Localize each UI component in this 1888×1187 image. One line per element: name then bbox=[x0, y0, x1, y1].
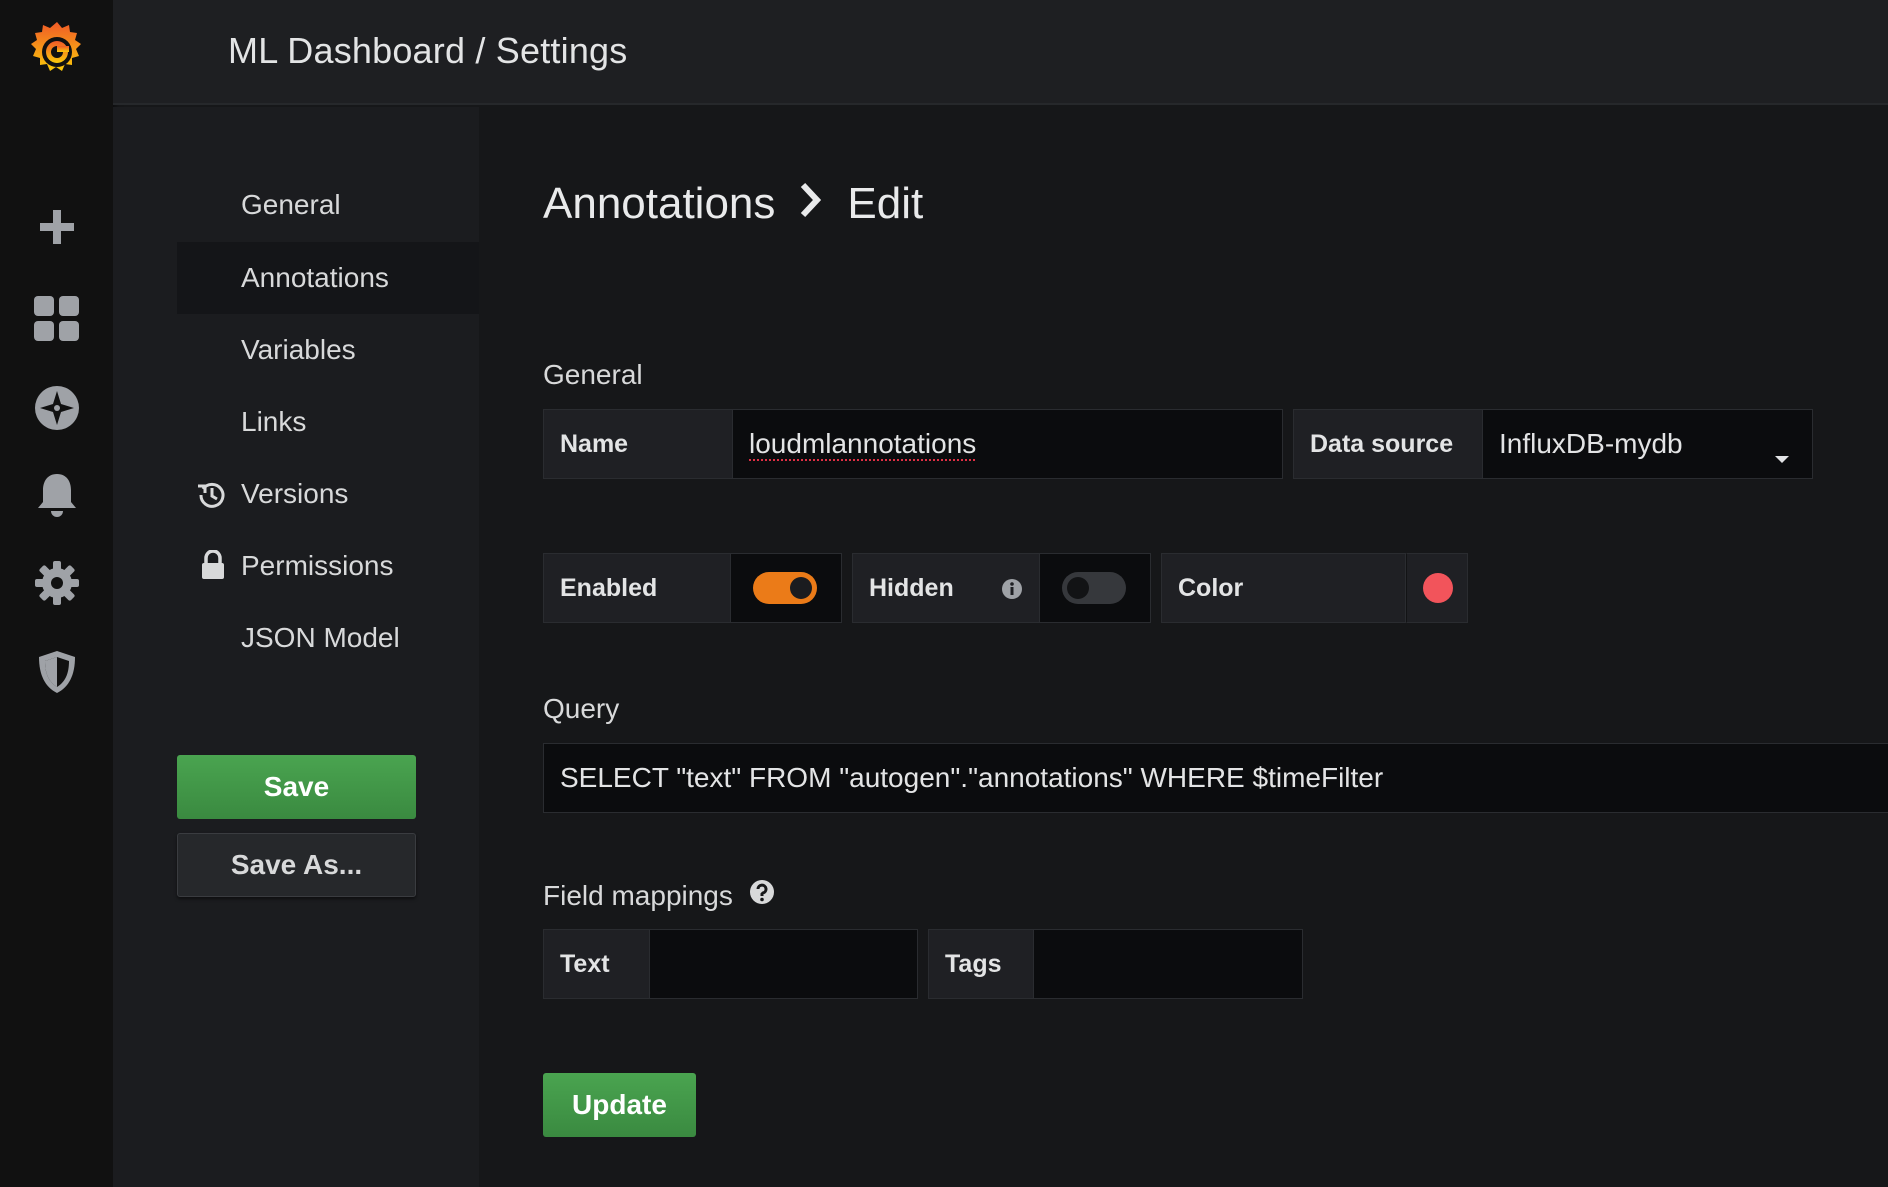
color-swatch bbox=[1423, 573, 1453, 603]
nav-item-annotations[interactable]: Annotations bbox=[177, 242, 479, 314]
text-mapping-input[interactable] bbox=[650, 929, 918, 999]
general-fields-row: Name loudmlannotations Data source Influ… bbox=[543, 409, 1813, 479]
nav-item-label: Annotations bbox=[241, 262, 389, 293]
nav-item-links[interactable]: Links bbox=[177, 386, 479, 458]
top-navbar: ML Dashboard / Settings bbox=[113, 0, 1888, 105]
field-mappings-heading-text: Field mappings bbox=[543, 879, 733, 911]
nav-item-label: JSON Model bbox=[241, 622, 400, 653]
chevron-right-icon bbox=[799, 179, 822, 229]
nav-item-label: Versions bbox=[241, 478, 349, 509]
nav-item-permissions[interactable]: Permissions bbox=[177, 530, 479, 602]
history-icon bbox=[197, 480, 227, 517]
question-circle-icon[interactable] bbox=[749, 879, 775, 912]
caret-down-icon bbox=[1774, 440, 1790, 472]
color-picker[interactable] bbox=[1406, 553, 1468, 623]
hidden-label: Hidden bbox=[852, 553, 1040, 623]
update-button[interactable]: Update bbox=[543, 1073, 696, 1137]
annotation-editor: Annotations Edit General Name loudmlanno… bbox=[479, 107, 1888, 1187]
enabled-switch-knob bbox=[790, 577, 812, 599]
query-input[interactable]: SELECT "text" FROM "autogen"."annotation… bbox=[543, 743, 1888, 813]
query-input-value: SELECT "text" FROM "autogen"."annotation… bbox=[560, 762, 1384, 793]
save-as-button[interactable]: Save As... bbox=[177, 833, 416, 897]
nav-item-versions[interactable]: Versions bbox=[177, 458, 479, 530]
name-input[interactable]: loudmlannotations bbox=[733, 409, 1283, 479]
name-input-value: loudmlannotations bbox=[749, 428, 977, 459]
nav-item-json-model[interactable]: JSON Model bbox=[177, 602, 479, 674]
settings-sidebar: General Annotations Variables Links Vers… bbox=[113, 107, 479, 1187]
enabled-label: Enabled bbox=[543, 553, 731, 623]
hidden-switch[interactable] bbox=[1040, 553, 1151, 623]
datasource-value: InfluxDB-mydb bbox=[1499, 428, 1683, 459]
query-row: SELECT "text" FROM "autogen"."annotation… bbox=[543, 743, 1888, 813]
query-heading: Query bbox=[543, 693, 620, 724]
save-button[interactable]: Save bbox=[177, 755, 416, 819]
options-fields-row: Enabled Hidden Color bbox=[543, 553, 1468, 623]
text-label: Text bbox=[543, 929, 650, 999]
color-label: Color bbox=[1161, 553, 1406, 623]
page-title-current: Edit bbox=[847, 179, 924, 228]
general-heading: General bbox=[543, 359, 643, 390]
datasource-label: Data source bbox=[1293, 409, 1483, 479]
grafana-logo-icon[interactable] bbox=[0, 15, 113, 85]
field-mappings-row: Text Tags bbox=[543, 929, 1303, 999]
dashboard-breadcrumb[interactable]: ML Dashboard / Settings bbox=[228, 30, 627, 72]
name-label: Name bbox=[543, 409, 733, 479]
nav-item-label: Permissions bbox=[241, 550, 394, 581]
nav-item-label: Variables bbox=[241, 334, 356, 365]
lock-icon bbox=[201, 549, 225, 587]
enabled-switch-track bbox=[753, 572, 817, 604]
explore-icon[interactable] bbox=[0, 373, 113, 443]
page-title: Annotations Edit bbox=[543, 179, 923, 229]
field-mappings-heading: Field mappings bbox=[543, 879, 775, 912]
enabled-switch[interactable] bbox=[731, 553, 842, 623]
hidden-switch-knob bbox=[1067, 577, 1089, 599]
page-title-section[interactable]: Annotations bbox=[543, 179, 775, 229]
hidden-label-text: Hidden bbox=[869, 573, 954, 602]
nav-item-general[interactable]: General bbox=[177, 169, 479, 241]
datasource-select[interactable]: InfluxDB-mydb bbox=[1483, 409, 1813, 479]
info-circle-icon[interactable] bbox=[1001, 578, 1023, 607]
tags-label: Tags bbox=[928, 929, 1034, 999]
nav-item-label: Links bbox=[241, 406, 307, 437]
nav-item-variables[interactable]: Variables bbox=[177, 314, 479, 386]
dashboards-icon[interactable] bbox=[0, 284, 113, 354]
side-menu bbox=[0, 0, 113, 1187]
hidden-switch-track bbox=[1062, 572, 1126, 604]
tags-mapping-input[interactable] bbox=[1034, 929, 1303, 999]
gear-icon[interactable] bbox=[0, 548, 113, 618]
shield-icon[interactable] bbox=[0, 637, 113, 707]
plus-icon[interactable] bbox=[0, 192, 113, 262]
alerting-bell-icon[interactable] bbox=[0, 460, 113, 530]
nav-item-label: General bbox=[241, 189, 341, 220]
